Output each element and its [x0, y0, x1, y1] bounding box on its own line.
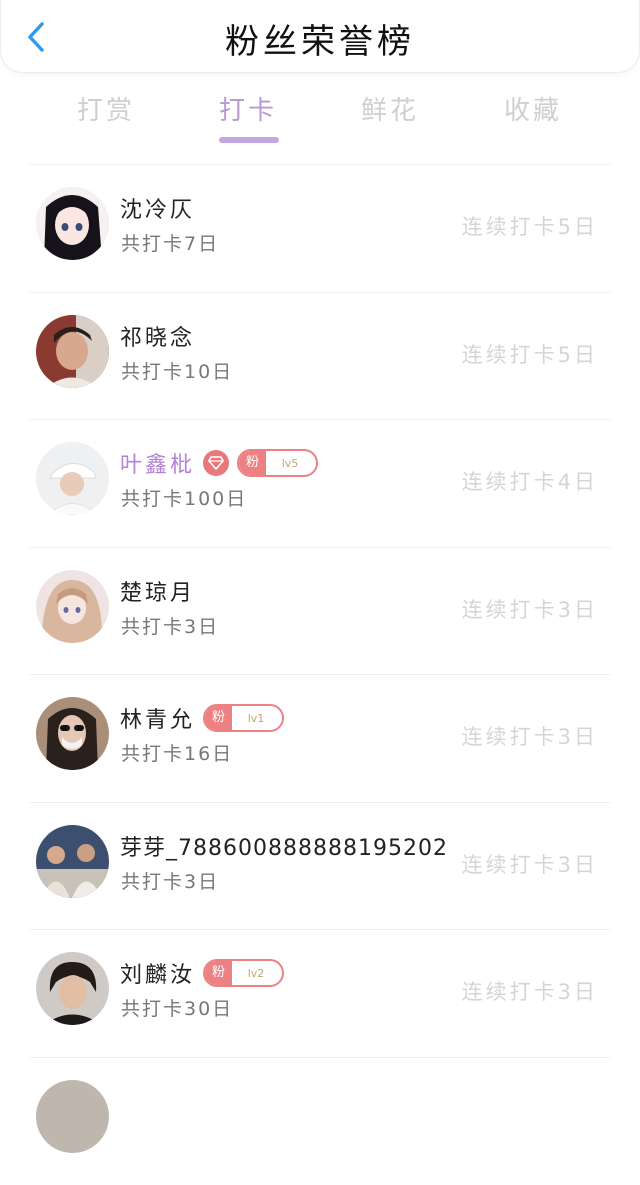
- name-line: 楚琼月: [120, 576, 195, 606]
- tab-reward[interactable]: 打赏: [46, 90, 166, 127]
- total-checkin: 共打卡100日: [121, 484, 247, 511]
- diamond-icon: [203, 450, 229, 476]
- boy-portrait-avatar[interactable]: [36, 315, 109, 388]
- total-checkin: 共打卡16日: [121, 739, 233, 766]
- fan-tag: 粉: [205, 961, 232, 985]
- ranking-list: 沈冷仄 共打卡7日 连续打卡5日 祁晓念 共打卡10日 连续打卡5日: [0, 165, 640, 1185]
- list-item[interactable]: 叶鑫枇 粉 lv5 共打卡100日 连续打卡4日: [0, 420, 640, 548]
- fan-level-badge[interactable]: 粉 lv1: [203, 704, 284, 732]
- name-line: 沈冷仄: [120, 193, 195, 223]
- tab-bar: 打赏 打卡 鲜花 收藏: [0, 90, 640, 146]
- page-title: 粉丝荣誉榜: [1, 14, 639, 63]
- list-item[interactable]: 林青允 粉 lv1 共打卡16日 连续打卡3日: [0, 675, 640, 803]
- white-cap-avatar[interactable]: [36, 442, 109, 515]
- streak-checkin: 连续打卡3日: [462, 721, 598, 751]
- user-name[interactable]: 芽芽_788600888888195202: [120, 830, 448, 862]
- sunglasses-girl-avatar[interactable]: [36, 697, 109, 770]
- user-name[interactable]: 林青允: [120, 702, 195, 734]
- streak-checkin: 连续打卡3日: [462, 976, 598, 1006]
- name-line: 叶鑫枇 粉 lv5: [120, 448, 318, 478]
- streak-checkin: 连续打卡3日: [462, 849, 598, 879]
- total-checkin: 共打卡3日: [121, 867, 219, 894]
- user-name[interactable]: 祁晓念: [120, 320, 195, 352]
- fan-level: lv2: [232, 967, 282, 980]
- name-line: 祁晓念: [120, 321, 195, 351]
- user-name[interactable]: 楚琼月: [120, 575, 195, 607]
- total-checkin: 共打卡7日: [121, 229, 219, 256]
- tab-active-indicator: [219, 137, 279, 143]
- name-line: 刘麟汝 粉 lv2: [120, 958, 284, 988]
- list-item[interactable]: 祁晓念 共打卡10日 连续打卡5日: [0, 293, 640, 421]
- fan-level: lv1: [232, 712, 282, 725]
- name-line: 林青允 粉 lv1: [120, 703, 284, 733]
- list-item[interactable]: 芽芽_788600888888195202 共打卡3日 连续打卡3日: [0, 803, 640, 931]
- user-name[interactable]: 沈冷仄: [120, 192, 195, 224]
- dark-hair-boy-avatar[interactable]: [36, 952, 109, 1025]
- header-bar: 粉丝荣誉榜: [0, 0, 640, 73]
- anime-faded-avatar[interactable]: [36, 570, 109, 643]
- fan-level-badge[interactable]: 粉 lv2: [203, 959, 284, 987]
- total-checkin: 共打卡10日: [121, 357, 233, 384]
- total-checkin: 共打卡3日: [121, 612, 219, 639]
- streak-checkin: 连续打卡5日: [462, 339, 598, 369]
- fan-level-badge[interactable]: 粉 lv5: [237, 449, 318, 477]
- list-item[interactable]: 刘麟汝 粉 lv2 共打卡30日 连续打卡3日: [0, 930, 640, 1058]
- list-item[interactable]: 楚琼月 共打卡3日 连续打卡3日: [0, 548, 640, 676]
- list-item-partial[interactable]: [0, 1058, 640, 1185]
- tab-flowers[interactable]: 鲜花: [330, 90, 450, 127]
- user-name[interactable]: 叶鑫枇: [120, 447, 195, 479]
- tab-checkin[interactable]: 打卡: [188, 90, 308, 127]
- fan-level: lv5: [266, 457, 316, 470]
- fan-tag: 粉: [239, 451, 266, 475]
- total-checkin: 共打卡30日: [121, 994, 233, 1021]
- partial-avatar[interactable]: [36, 1080, 109, 1153]
- name-line: 芽芽_788600888888195202: [120, 831, 448, 861]
- group-photo-avatar[interactable]: [36, 825, 109, 898]
- fan-tag: 粉: [205, 706, 232, 730]
- streak-checkin: 连续打卡3日: [462, 594, 598, 624]
- streak-checkin: 连续打卡5日: [462, 211, 598, 241]
- anime-girl-avatar[interactable]: [36, 187, 109, 260]
- tab-favorites[interactable]: 收藏: [473, 90, 593, 127]
- user-name[interactable]: 刘麟汝: [120, 957, 195, 989]
- list-item[interactable]: 沈冷仄 共打卡7日 连续打卡5日: [0, 165, 640, 293]
- streak-checkin: 连续打卡4日: [462, 466, 598, 496]
